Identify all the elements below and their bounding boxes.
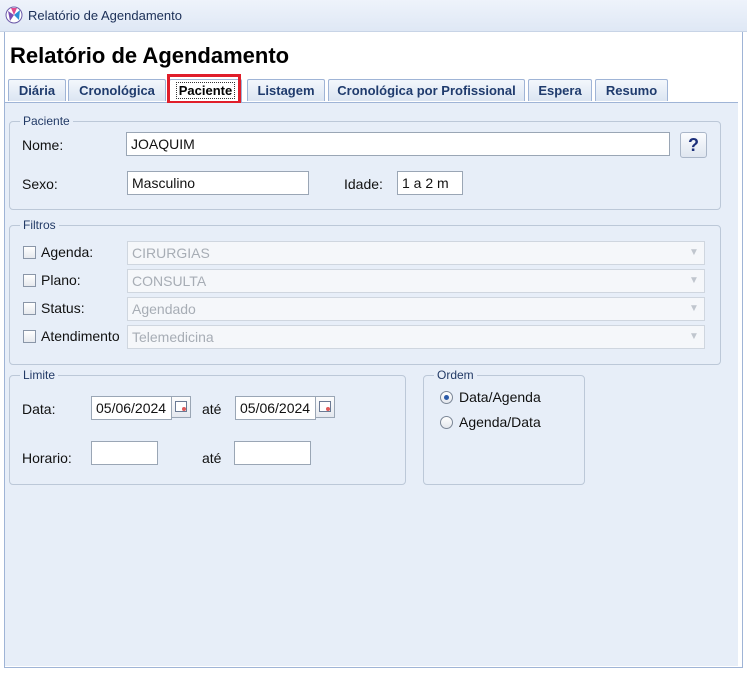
ordem-agenda-data-radio[interactable] — [440, 416, 453, 429]
ate-label-horario: até — [202, 450, 222, 466]
status-checkbox[interactable] — [23, 302, 36, 315]
atendimento-checkbox[interactable] — [23, 330, 36, 343]
tab-espera[interactable]: Espera — [528, 79, 592, 101]
status-select-value: Agendado — [132, 301, 196, 317]
sexo-label: Sexo: — [22, 176, 58, 192]
paciente-legend: Paciente — [23, 114, 70, 128]
filtros-legend: Filtros — [23, 218, 56, 232]
horario-label: Horario: — [22, 450, 72, 466]
atendimento-select[interactable]: Telemedicina ▼ — [127, 325, 705, 349]
window-titlebar: Relatório de Agendamento — [0, 0, 747, 32]
data-inicio-input[interactable]: 05/06/2024 — [91, 396, 172, 420]
paciente-group: Paciente — [9, 114, 721, 210]
plano-label: Plano: — [41, 272, 81, 288]
horario-inicio-input[interactable] — [91, 441, 158, 465]
chevron-down-icon: ▼ — [689, 275, 699, 286]
sexo-input[interactable]: Masculino — [127, 171, 309, 195]
agenda-label: Agenda: — [41, 244, 94, 260]
data-fim-input[interactable]: 05/06/2024 — [235, 396, 316, 420]
agenda-select-value: CIRURGIAS — [132, 245, 210, 261]
window-title: Relatório de Agendamento — [28, 8, 182, 23]
idade-input[interactable]: 1 a 2 m — [397, 171, 463, 195]
status-label: Status: — [41, 300, 85, 316]
calendar-icon[interactable] — [171, 396, 191, 418]
tab-cronologica[interactable]: Cronológica — [68, 79, 166, 101]
page-title: Relatório de Agendamento — [10, 43, 290, 68]
atendimento-select-value: Telemedicina — [132, 329, 214, 345]
chevron-down-icon: ▼ — [689, 247, 699, 258]
tab-cronologica-profissional[interactable]: Cronológica por Profissional — [328, 79, 525, 101]
atendimento-label: Atendimento — [41, 328, 120, 344]
agenda-select[interactable]: CIRURGIAS ▼ — [127, 241, 705, 265]
tab-resumo[interactable]: Resumo — [595, 79, 668, 101]
idade-label: Idade: — [344, 176, 383, 192]
tab-paciente[interactable]: Paciente — [169, 79, 242, 103]
plano-select[interactable]: CONSULTA ▼ — [127, 269, 705, 293]
ordem-agenda-data-label: Agenda/Data — [459, 414, 541, 430]
limite-group: Limite — [9, 368, 406, 485]
chevron-down-icon: ▼ — [689, 303, 699, 314]
chevron-down-icon: ▼ — [689, 331, 699, 342]
ordem-legend: Ordem — [437, 368, 474, 382]
tab-listagem[interactable]: Listagem — [247, 79, 325, 101]
nome-input[interactable]: JOAQUIM — [126, 132, 670, 156]
status-select[interactable]: Agendado ▼ — [127, 297, 705, 321]
help-button[interactable]: ? — [680, 132, 707, 158]
calendar-icon[interactable] — [315, 396, 335, 418]
ordem-data-agenda-label: Data/Agenda — [459, 389, 541, 405]
tab-diaria[interactable]: Diária — [8, 79, 66, 101]
app-logo-icon — [5, 6, 23, 24]
ate-label: até — [202, 401, 222, 417]
agenda-checkbox[interactable] — [23, 246, 36, 259]
data-label: Data: — [22, 401, 56, 417]
nome-label: Nome: — [22, 137, 64, 153]
limite-legend: Limite — [23, 368, 56, 382]
plano-select-value: CONSULTA — [132, 273, 207, 289]
plano-checkbox[interactable] — [23, 274, 36, 287]
horario-fim-input[interactable] — [234, 441, 311, 465]
ordem-data-agenda-radio[interactable] — [440, 391, 453, 404]
